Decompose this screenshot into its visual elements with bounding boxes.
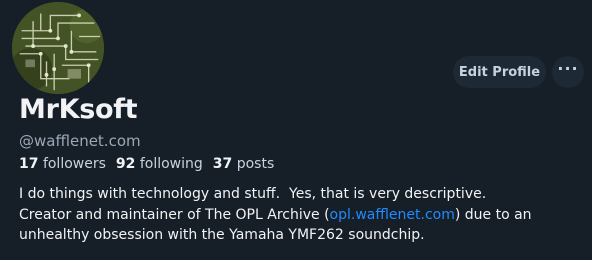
following-label: following	[139, 156, 203, 172]
posts-label: posts	[236, 156, 275, 172]
profile-stats: 17 followers 92 following 37 posts	[19, 156, 274, 172]
bio-line-2: Creator and maintainer of The OPL Archiv…	[19, 205, 579, 226]
bio-line-3: unhealthy obsession with the Yamaha YMF2…	[19, 227, 425, 243]
archive-link[interactable]: opl.wafflenet.com	[330, 207, 455, 223]
following-count: 92	[115, 156, 136, 172]
ellipsis-icon: ···	[557, 59, 579, 78]
bio-line-2-prefix: Creator and maintainer of The OPL Archiv…	[19, 206, 330, 223]
followers-label: followers	[42, 156, 106, 172]
bio-line-1: I do things with technology and stuff. Y…	[19, 186, 487, 202]
display-name: MrKsoft	[19, 94, 138, 125]
edit-profile-button[interactable]: Edit Profile	[453, 56, 546, 88]
profile-bio: I do things with technology and stuff. Y…	[19, 184, 579, 246]
more-options-button[interactable]: ···	[552, 56, 584, 88]
bio-line-2-suffix: ) due to an	[454, 206, 532, 223]
followers-stat[interactable]: 17 followers	[19, 156, 106, 172]
posts-count: 37	[212, 156, 233, 172]
circuit-board-avatar-icon	[12, 2, 104, 94]
following-stat[interactable]: 92 following	[116, 156, 203, 172]
posts-stat: 37 posts	[213, 156, 274, 172]
avatar[interactable]	[10, 0, 106, 96]
followers-count: 17	[19, 156, 39, 172]
user-handle: @wafflenet.com	[19, 132, 141, 150]
